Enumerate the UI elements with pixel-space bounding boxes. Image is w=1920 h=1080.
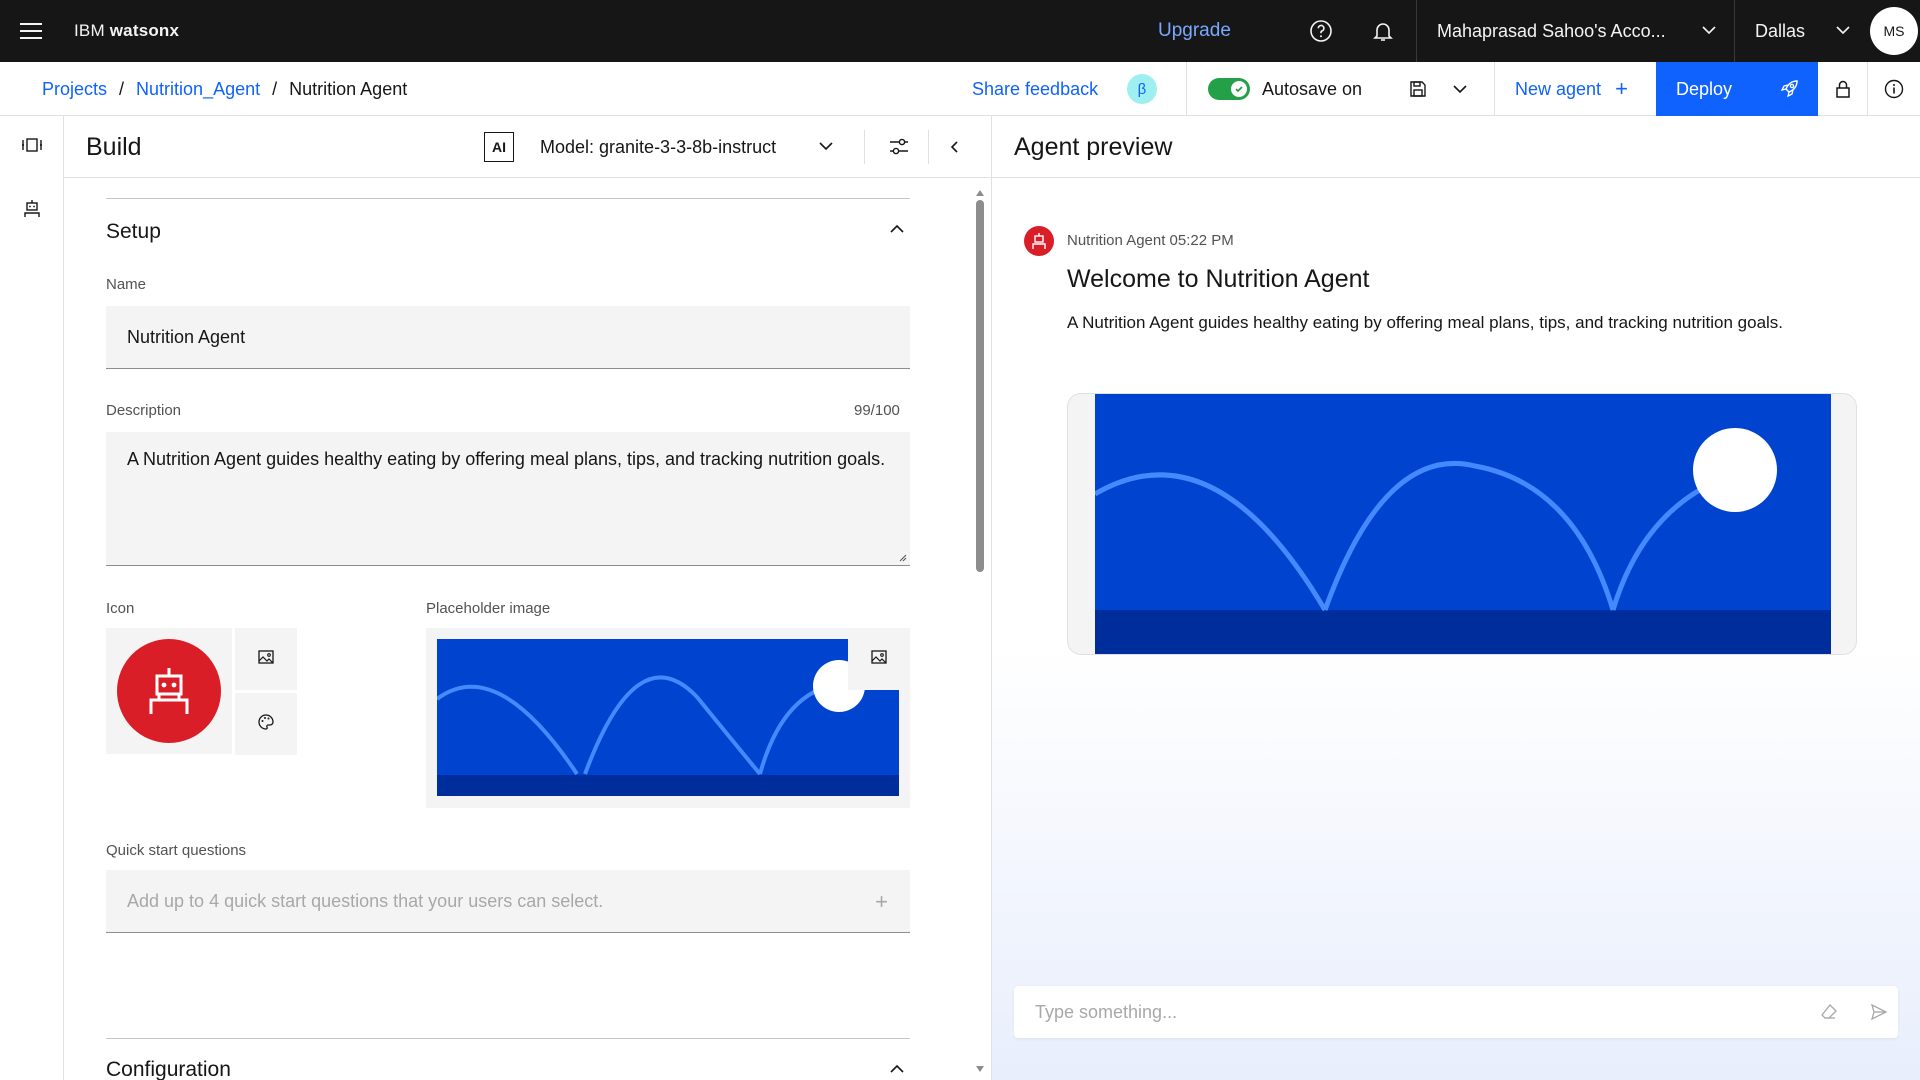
configuration-section-title[interactable]: Configuration [106,1058,231,1080]
section-divider [106,1038,910,1039]
model-selector[interactable]: Model: granite-3-3-8b-instruct [540,116,776,178]
breadcrumb: Projects / Nutrition_Agent / Nutrition A… [42,62,407,116]
preview-header: Agent preview [992,116,1920,178]
breadcrumb-projects[interactable]: Projects [42,79,107,100]
placeholder-image-label: Placeholder image [426,600,551,617]
robot-icon [117,639,221,743]
chat-input[interactable]: Type something... [1014,986,1898,1038]
autosave-label: Autosave on [1262,79,1363,99]
bell-icon[interactable] [1352,0,1414,62]
icon-label: Icon [106,600,135,617]
breadcrumb-current: Nutrition Agent [289,78,408,99]
build-header: Build AI Model: granite-3-3-8b-instruct [64,116,992,178]
breadcrumb-project[interactable]: Nutrition_Agent [136,79,260,100]
chevron-down-icon[interactable] [816,136,836,161]
brand-product: watsonx [109,21,180,40]
resize-handle-icon[interactable] [897,552,907,562]
image-icon [257,648,275,671]
region-label: Dallas [1755,20,1806,41]
build-title: Build [86,133,142,161]
deploy-button[interactable]: Deploy [1656,62,1818,116]
lock-icon[interactable] [1818,62,1868,116]
upgrade-link[interactable]: Upgrade [1158,0,1231,62]
breadcrumb-separator: / [119,78,125,99]
placeholder-image [437,639,899,796]
region-switcher[interactable]: Dallas [1734,0,1870,62]
description-field[interactable]: A Nutrition Agent guides healthy eating … [106,432,910,566]
upload-placeholder-image-button[interactable] [848,628,910,690]
settings-sliders-icon[interactable] [884,132,914,162]
autosave-toggle[interactable] [1208,78,1250,100]
description-text: A Nutrition Agent guides healthy eating … [127,449,886,469]
top-header: IBM watsonx Upgrade Mahaprasad Sahoo's A… [0,0,1920,62]
quick-start-input[interactable]: Add up to 4 quick start questions that y… [106,870,910,933]
agent-preview-panel: Agent preview Nutrition Agent 05:22 PM W… [992,116,1920,1080]
breadcrumb-separator: / [272,78,278,99]
hamburger-icon[interactable] [0,0,62,62]
check-icon [1235,86,1243,93]
upload-icon-button[interactable] [235,628,297,690]
divider [864,130,865,164]
description-label: Description [106,402,182,419]
name-label: Name [106,276,147,293]
name-field[interactable]: Nutrition Agent [106,306,910,369]
chevron-down-icon [1700,21,1718,44]
ai-badge: AI [484,132,514,162]
account-label: Mahaprasad Sahoo's Acco... [1437,20,1666,41]
message-text: A Nutrition Agent guides healthy eating … [1067,313,1784,332]
send-icon[interactable] [1867,1000,1891,1024]
user-avatar[interactable]: MS [1870,7,1918,55]
chevron-up-icon[interactable] [888,1060,906,1080]
save-icon[interactable] [1398,62,1438,116]
view-switch-icon[interactable] [0,120,64,170]
icon-color-button[interactable] [235,693,297,755]
message-image-card [1067,393,1857,655]
plus-icon: + [1615,76,1628,101]
chevron-down-icon[interactable] [1440,62,1480,116]
preview-title: Agent preview [1014,133,1173,161]
share-feedback-link[interactable]: Share feedback [972,62,1098,116]
description-counter: 99/100 [854,402,900,419]
divider [1186,62,1187,116]
chevron-up-icon[interactable] [888,220,906,243]
image-icon [870,648,888,671]
chevron-down-icon [1834,21,1852,44]
quick-start-label: Quick start questions [106,842,247,859]
agent-icon-preview [106,628,232,754]
left-rail [0,116,64,1080]
deploy-label: Deploy [1676,78,1733,99]
eraser-icon[interactable] [1817,1000,1841,1024]
build-form: Setup Name Nutrition Agent Description 9… [64,178,992,1080]
build-panel: Build AI Model: granite-3-3-8b-instruct … [64,116,992,1080]
chat-input-placeholder: Type something... [1035,1002,1178,1022]
account-switcher[interactable]: Mahaprasad Sahoo's Acco... [1416,0,1734,62]
help-icon[interactable] [1290,0,1352,62]
robot-icon[interactable] [0,184,64,234]
new-agent-label: New agent [1515,78,1602,99]
project-toolbar: Projects / Nutrition_Agent / Nutrition A… [0,62,1920,116]
rocket-icon [1778,78,1800,105]
divider [928,130,929,164]
message-meta: Nutrition Agent 05:22 PM [1067,232,1234,249]
robot-icon [1024,226,1054,256]
brand-prefix: IBM [74,21,110,40]
add-question-icon[interactable]: + [875,870,888,933]
info-icon[interactable] [1868,62,1920,116]
scrollbar-thumb[interactable] [976,200,984,572]
placeholder-image-preview [426,628,910,808]
palette-icon [257,713,275,736]
placeholder-image [1095,394,1831,654]
setup-section-title[interactable]: Setup [106,220,161,244]
quick-start-placeholder: Add up to 4 quick start questions that y… [127,891,604,911]
collapse-panel-icon[interactable] [940,132,970,162]
beta-badge: β [1127,74,1157,104]
message-title: Welcome to Nutrition Agent [1067,265,1370,293]
section-divider [106,198,910,199]
new-agent-button[interactable]: New agent + [1494,62,1656,116]
brand-name[interactable]: IBM watsonx [74,0,179,62]
